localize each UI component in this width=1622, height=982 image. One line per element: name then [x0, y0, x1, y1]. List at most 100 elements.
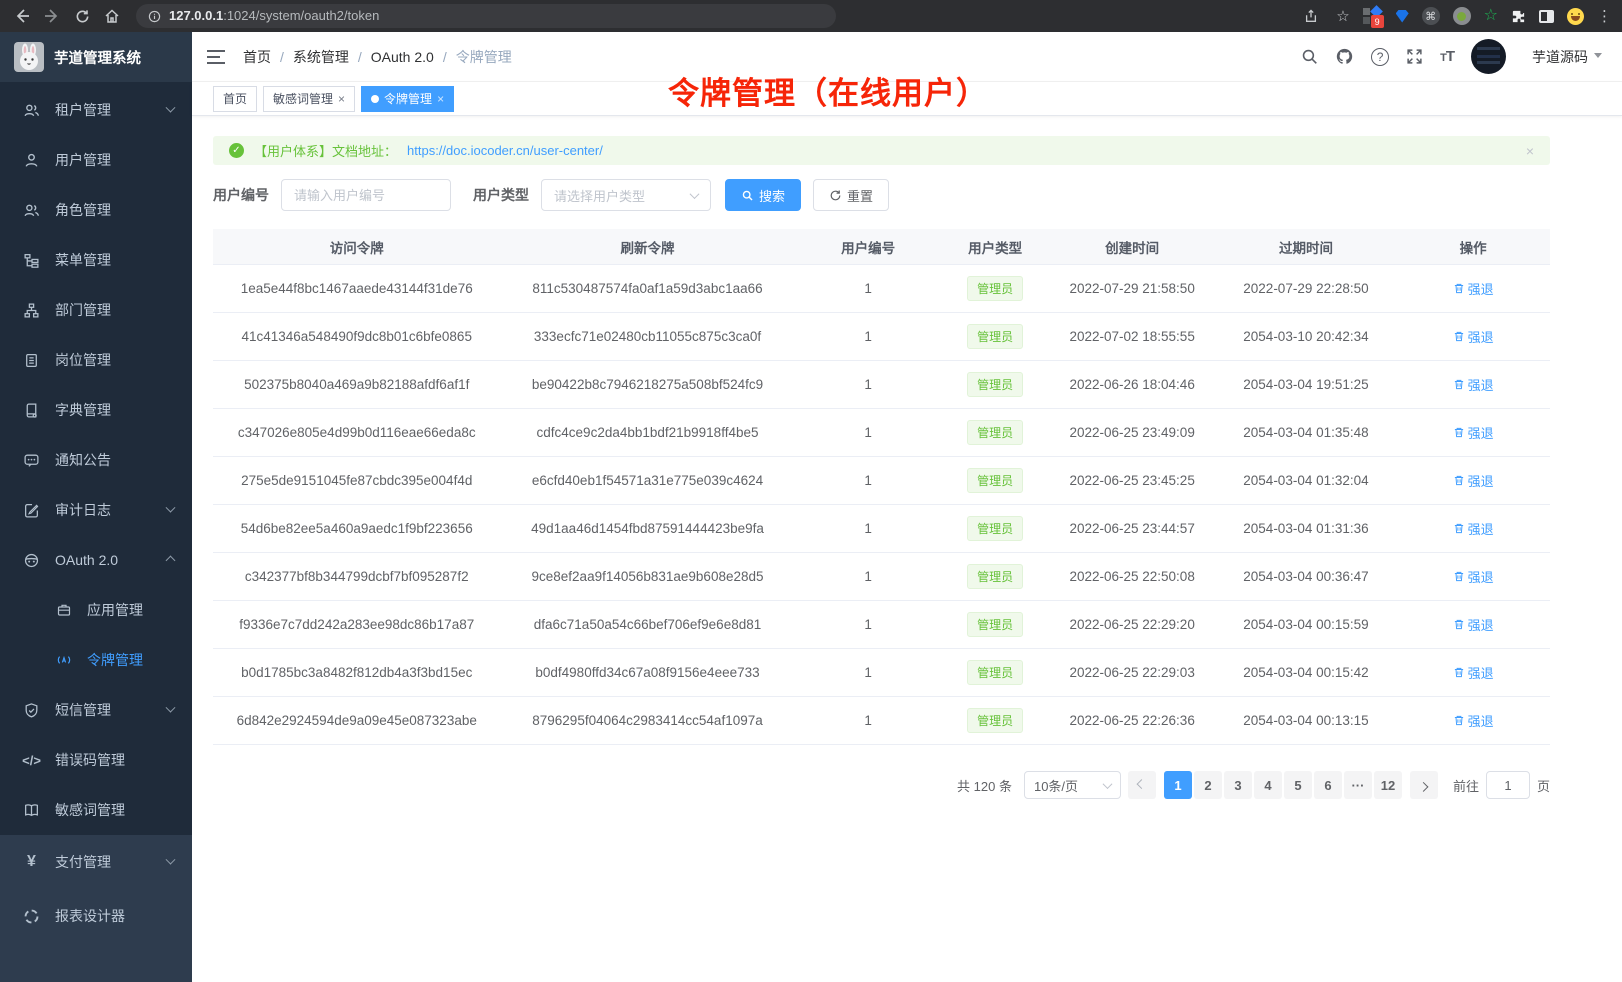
- font-size-icon[interactable]: TT: [1440, 48, 1454, 65]
- force-logout-button[interactable]: 强退: [1453, 711, 1494, 730]
- tab-token[interactable]: 令牌管理×: [361, 86, 454, 112]
- user-id-cell: 1: [795, 281, 942, 296]
- side-panel-icon[interactable]: [1539, 10, 1554, 23]
- user-menu[interactable]: 芋道源码: [1523, 47, 1602, 67]
- force-logout-button[interactable]: 强退: [1453, 567, 1494, 586]
- profile-avatar-icon[interactable]: [1567, 8, 1584, 25]
- alert-close-icon[interactable]: ×: [1526, 143, 1534, 159]
- chevron-right-icon: [1419, 781, 1429, 791]
- browser-reload-button[interactable]: [70, 4, 94, 28]
- sidebar-item-report[interactable]: 报表设计器: [0, 889, 192, 943]
- sidebar-item-label: 岗位管理: [55, 350, 111, 370]
- breadcrumb-system[interactable]: 系统管理: [293, 47, 349, 67]
- action-cell: 强退: [1396, 471, 1550, 490]
- breadcrumb-home[interactable]: 首页: [243, 47, 271, 67]
- sidebar-item-sms[interactable]: 短信管理: [0, 685, 192, 735]
- page-button[interactable]: 5: [1284, 771, 1312, 799]
- sidebar-item-label: 部门管理: [55, 300, 111, 320]
- page-button[interactable]: 2: [1194, 771, 1222, 799]
- gem-extension-icon[interactable]: [1396, 10, 1409, 23]
- page-button[interactable]: 3: [1224, 771, 1252, 799]
- sidebar-item-dept[interactable]: 部门管理: [0, 285, 192, 335]
- sidebar-item-user[interactable]: 用户管理: [0, 135, 192, 185]
- force-logout-button[interactable]: 强退: [1453, 423, 1494, 442]
- action-cell: 强退: [1396, 423, 1550, 442]
- star-extension-icon[interactable]: ☆: [1484, 8, 1498, 24]
- sidebar-item-audit[interactable]: 审计日志: [0, 485, 192, 535]
- select-placeholder: 请选择用户类型: [554, 186, 645, 205]
- token-table: 访问令牌 刷新令牌 用户编号 用户类型 创建时间 过期时间 操作 1ea5e44…: [213, 229, 1550, 745]
- sidebar-item-label: 应用管理: [87, 600, 143, 620]
- force-logout-button[interactable]: 强退: [1453, 279, 1494, 298]
- success-check-icon: ✓: [229, 143, 244, 158]
- sidebar-item-sensitive[interactable]: 敏感词管理: [0, 785, 192, 835]
- page-button[interactable]: 1: [1164, 771, 1192, 799]
- search-button[interactable]: 搜索: [725, 179, 801, 211]
- sidebar-item-post[interactable]: 岗位管理: [0, 335, 192, 385]
- reset-button[interactable]: 重置: [813, 179, 889, 211]
- share-icon[interactable]: [1299, 4, 1323, 28]
- help-icon[interactable]: ?: [1371, 48, 1389, 66]
- site-info-icon[interactable]: [148, 10, 161, 23]
- bookmark-star-icon[interactable]: ☆: [1336, 7, 1349, 25]
- tab-home[interactable]: 首页: [213, 86, 257, 112]
- url-path: :1024/system/oauth2/token: [223, 8, 379, 23]
- user-type-cell: 管理员: [942, 708, 1049, 733]
- page-button[interactable]: 4: [1254, 771, 1282, 799]
- close-icon[interactable]: ×: [437, 93, 444, 105]
- column-header: 过期时间: [1216, 237, 1396, 257]
- jump-page-input[interactable]: [1486, 771, 1530, 799]
- sidebar-item-menu[interactable]: 菜单管理: [0, 235, 192, 285]
- action-cell: 强退: [1396, 567, 1550, 586]
- browser-forward-button[interactable]: [40, 4, 64, 28]
- breadcrumb-oauth[interactable]: OAuth 2.0: [371, 49, 434, 65]
- chevron-up-icon: [166, 555, 176, 565]
- user-avatar[interactable]: [1471, 39, 1506, 74]
- github-icon[interactable]: [1335, 47, 1354, 66]
- next-page-button[interactable]: [1410, 771, 1438, 799]
- sidebar-item-tenant[interactable]: 租户管理: [0, 85, 192, 135]
- user-type-label: 用户类型: [473, 185, 529, 205]
- address-bar[interactable]: 127.0.0.1:1024/system/oauth2/token: [136, 4, 836, 28]
- search-icon[interactable]: [1301, 48, 1318, 65]
- sidebar-item-role[interactable]: 角色管理: [0, 185, 192, 235]
- force-logout-button[interactable]: 强退: [1453, 471, 1494, 490]
- user-id-cell: 1: [795, 473, 942, 488]
- sidebar-item-notice[interactable]: 通知公告: [0, 435, 192, 485]
- tab-sensitive[interactable]: 敏感词管理×: [263, 86, 355, 112]
- sidebar-toggle-icon[interactable]: [207, 50, 225, 64]
- page-size-select[interactable]: 10条/页: [1024, 771, 1121, 799]
- user-type-select[interactable]: 请选择用户类型: [541, 179, 711, 211]
- sidebar-item-oauth-app[interactable]: 应用管理: [0, 585, 192, 635]
- force-logout-button[interactable]: 强退: [1453, 615, 1494, 634]
- doc-link[interactable]: https://doc.iocoder.cn/user-center/: [407, 143, 603, 158]
- force-logout-button[interactable]: 强退: [1453, 663, 1494, 682]
- force-logout-button[interactable]: 强退: [1453, 519, 1494, 538]
- force-logout-button[interactable]: 强退: [1453, 327, 1494, 346]
- sidebar-item-dict[interactable]: 字典管理: [0, 385, 192, 435]
- prev-page-button[interactable]: [1128, 771, 1156, 799]
- fullscreen-icon[interactable]: [1406, 48, 1423, 65]
- command-extension-icon[interactable]: ⌘: [1422, 7, 1440, 25]
- browser-menu-icon[interactable]: ⋮: [1597, 7, 1612, 25]
- puzzle-extensions-icon[interactable]: [1511, 9, 1526, 24]
- close-icon[interactable]: ×: [338, 93, 345, 105]
- page-button[interactable]: ···: [1344, 771, 1372, 799]
- sidebar-item-oauth[interactable]: OAuth 2.0: [0, 535, 192, 585]
- recorder-extension-icon[interactable]: [1453, 7, 1471, 25]
- sidebar-item-pay[interactable]: ¥ 支付管理: [0, 835, 192, 889]
- browser-chrome: 127.0.0.1:1024/system/oauth2/token ☆ 9 ⌘…: [0, 0, 1622, 32]
- tab-groups-extension-icon[interactable]: 9: [1363, 6, 1383, 26]
- sidebar-bottom-section: ¥ 支付管理 报表设计器: [0, 835, 192, 982]
- browser-home-button[interactable]: [100, 4, 124, 28]
- page-button[interactable]: 12: [1374, 771, 1402, 799]
- action-cell: 强退: [1396, 327, 1550, 346]
- sidebar-item-oauth-token[interactable]: 令牌管理: [0, 635, 192, 685]
- user-id-input[interactable]: [294, 188, 438, 203]
- browser-back-button[interactable]: [10, 4, 34, 28]
- force-logout-button[interactable]: 强退: [1453, 375, 1494, 394]
- alert-text: 【用户体系】文档地址：: [254, 141, 397, 160]
- app-logo[interactable]: 芋道管理系统: [0, 32, 192, 82]
- page-button[interactable]: 6: [1314, 771, 1342, 799]
- sidebar-item-errcode[interactable]: </> 错误码管理: [0, 735, 192, 785]
